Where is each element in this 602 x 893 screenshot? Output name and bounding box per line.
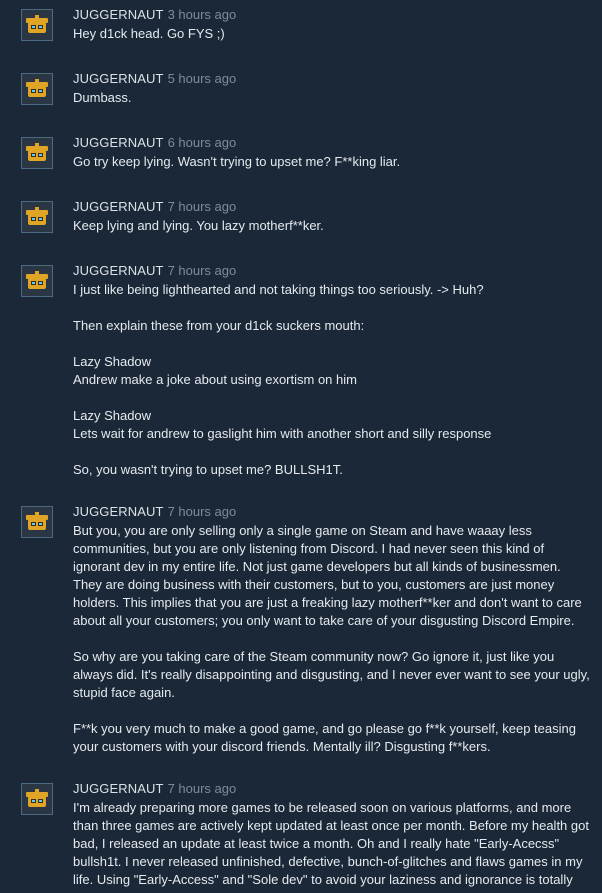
avatar[interactable] <box>21 201 53 233</box>
avatar[interactable] <box>21 137 53 169</box>
author-name[interactable]: JUGGERNAUT <box>73 263 164 278</box>
comment-text: Hey d1ck head. Go FYS ;) <box>73 25 591 43</box>
comment-header: JUGGERNAUT 7 hours ago <box>73 504 236 520</box>
comment-header: JUGGERNAUT 7 hours ago <box>73 781 236 797</box>
author-name[interactable]: JUGGERNAUT <box>73 199 164 214</box>
comment-text: I'm already preparing more games to be r… <box>73 799 591 889</box>
robot-face-icon <box>22 507 52 537</box>
author-name[interactable]: JUGGERNAUT <box>73 135 164 150</box>
comment-paragraph: Hey d1ck head. Go FYS ;) <box>73 26 225 41</box>
comment-timestamp: 7 hours ago <box>167 504 237 519</box>
avatar[interactable] <box>21 9 53 41</box>
avatar[interactable] <box>21 783 53 815</box>
comment-paragraph: I'm already preparing more games to be r… <box>73 800 589 887</box>
comment-paragraph: Go try keep lying. Wasn't trying to upse… <box>73 154 401 169</box>
comment-paragraph: Dumbass. <box>73 90 132 105</box>
comment-paragraph: Keep lying and lying. You lazy motherf**… <box>73 218 324 233</box>
comment-text: Keep lying and lying. You lazy motherf**… <box>73 217 591 235</box>
author-name[interactable]: JUGGERNAUT <box>73 504 164 519</box>
comment-paragraph: Lazy Shadow Lets wait for andrew to gasl… <box>73 408 492 441</box>
author-name[interactable]: JUGGERNAUT <box>73 781 164 796</box>
comment-timestamp: 6 hours ago <box>167 135 237 150</box>
author-name[interactable]: JUGGERNAUT <box>73 7 164 22</box>
robot-face-icon <box>22 10 52 40</box>
comment-timestamp: 7 hours ago <box>167 263 237 278</box>
robot-face-icon <box>22 784 52 814</box>
comment-paragraph: I just like being lighthearted and not t… <box>73 282 484 297</box>
comment-timestamp: 7 hours ago <box>167 781 237 796</box>
comment-paragraph: But you, you are only selling only a sin… <box>73 523 582 628</box>
comment-timestamp: 5 hours ago <box>167 71 237 86</box>
comment-text: Go try keep lying. Wasn't trying to upse… <box>73 153 591 171</box>
robot-face-icon <box>22 202 52 232</box>
robot-face-icon <box>22 266 52 296</box>
comment-paragraph: Lazy Shadow Andrew make a joke about usi… <box>73 354 357 387</box>
comment-text: Dumbass. <box>73 89 591 107</box>
comment-header: JUGGERNAUT 6 hours ago <box>73 135 236 151</box>
comment-paragraph: So, you wasn't trying to upset me? BULLS… <box>73 462 343 477</box>
comment-header: JUGGERNAUT 7 hours ago <box>73 199 236 215</box>
avatar[interactable] <box>21 265 53 297</box>
author-name[interactable]: JUGGERNAUT <box>73 71 164 86</box>
comment-paragraph: F**k you very much to make a good game, … <box>73 721 576 754</box>
comment-timestamp: 7 hours ago <box>167 199 237 214</box>
comment-timestamp: 3 hours ago <box>167 7 237 22</box>
comment-header: JUGGERNAUT 5 hours ago <box>73 71 236 87</box>
robot-face-icon <box>22 138 52 168</box>
comment-text: I just like being lighthearted and not t… <box>73 281 591 479</box>
comment-header: JUGGERNAUT 3 hours ago <box>73 7 236 23</box>
comment-header: JUGGERNAUT 7 hours ago <box>73 263 236 279</box>
comment-paragraph: So why are you taking care of the Steam … <box>73 649 590 700</box>
comment-paragraph: Then explain these from your d1ck sucker… <box>73 318 365 333</box>
comment-text: But you, you are only selling only a sin… <box>73 522 591 756</box>
avatar[interactable] <box>21 73 53 105</box>
avatar[interactable] <box>21 506 53 538</box>
robot-face-icon <box>22 74 52 104</box>
